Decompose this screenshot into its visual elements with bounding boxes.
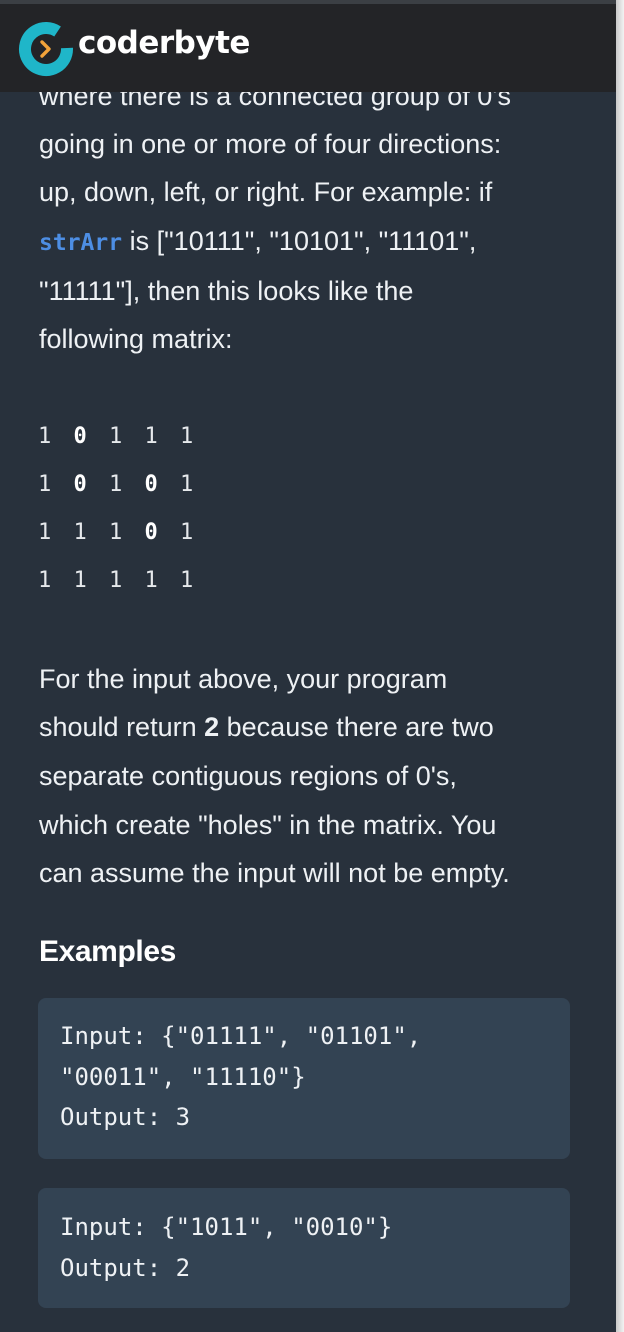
explanation-line: can assume the input will not be empty. — [39, 858, 510, 888]
problem-description: where there is a connected group of 0's … — [0, 0, 616, 1332]
example-input: Input: {"01111", "01101", — [60, 1022, 422, 1050]
example-code-block: Input: {"01111", "01101", "00011", "1111… — [38, 998, 570, 1159]
matrix-cell: 1 — [180, 568, 194, 593]
coderbyte-logo-icon[interactable] — [18, 21, 74, 77]
explanation-line: For the input above, your program — [39, 664, 448, 694]
matrix-cell: 0 — [73, 472, 87, 497]
explanation-text: should return — [39, 712, 205, 742]
description-text: is ["10111", "10101", "11101", — [122, 226, 477, 256]
matrix-cell: 0 — [144, 520, 158, 545]
strarr-code: strArr — [39, 230, 123, 256]
matrix-cell: 1 — [109, 520, 123, 545]
example-input: Input: {"1011", "0010"} — [60, 1213, 393, 1241]
matrix-cell: 1 — [109, 424, 123, 449]
matrix-cell: 1 — [144, 568, 158, 593]
matrix-cell: 1 — [144, 424, 158, 449]
matrix-cell: 1 — [180, 472, 194, 497]
site-header: coderbyte — [0, 4, 616, 92]
matrix-cell: 1 — [38, 424, 52, 449]
matrix-cell: 1 — [73, 520, 87, 545]
examples-heading: Examples — [39, 935, 176, 968]
description-line: strArr is ["10111", "10101", "11101", — [39, 217, 476, 267]
explanation-text: because there are two — [219, 712, 494, 742]
matrix-cell: 1 — [109, 568, 123, 593]
matrix-cell: 0 — [144, 472, 158, 497]
example-code-block: Input: {"1011", "0010"} Output: 2 — [38, 1188, 570, 1308]
example-input: "00011", "11110"} — [60, 1063, 306, 1091]
description-line: up, down, left, or right. For example: i… — [39, 177, 493, 207]
window-top-border — [0, 0, 616, 4]
matrix-cell: 1 — [180, 424, 194, 449]
explanation-line: separate contiguous regions of 0's, — [39, 761, 457, 791]
matrix-cell: 1 — [38, 472, 52, 497]
window-edge — [616, 0, 624, 1332]
matrix-cell: 0 — [73, 424, 87, 449]
description-line: "11111"], then this looks like the — [39, 276, 414, 306]
matrix-cell: 1 — [38, 568, 52, 593]
explanation-line: should return 2 because there are two — [39, 703, 494, 751]
matrix-row: 11111 — [38, 568, 216, 598]
explanation-line: which create "holes" in the matrix. You — [39, 810, 497, 840]
description-line: following matrix: — [39, 324, 233, 354]
description-line: going in one or more of four directions: — [39, 129, 502, 159]
matrix-cell: 1 — [180, 520, 194, 545]
matrix-row: 10111 — [38, 424, 216, 454]
matrix-cell: 1 — [73, 568, 87, 593]
return-value: 2 — [204, 712, 220, 742]
matrix-row: 10101 — [38, 472, 216, 502]
example-output: Output: 3 — [60, 1103, 191, 1131]
example-output: Output: 2 — [60, 1254, 191, 1282]
matrix-cell: 1 — [109, 472, 123, 497]
matrix-row: 11101 — [38, 520, 216, 550]
matrix-cell: 1 — [38, 520, 52, 545]
problem-panel: where there is a connected group of 0's … — [0, 0, 616, 1332]
brand-name[interactable]: coderbyte — [78, 25, 250, 61]
